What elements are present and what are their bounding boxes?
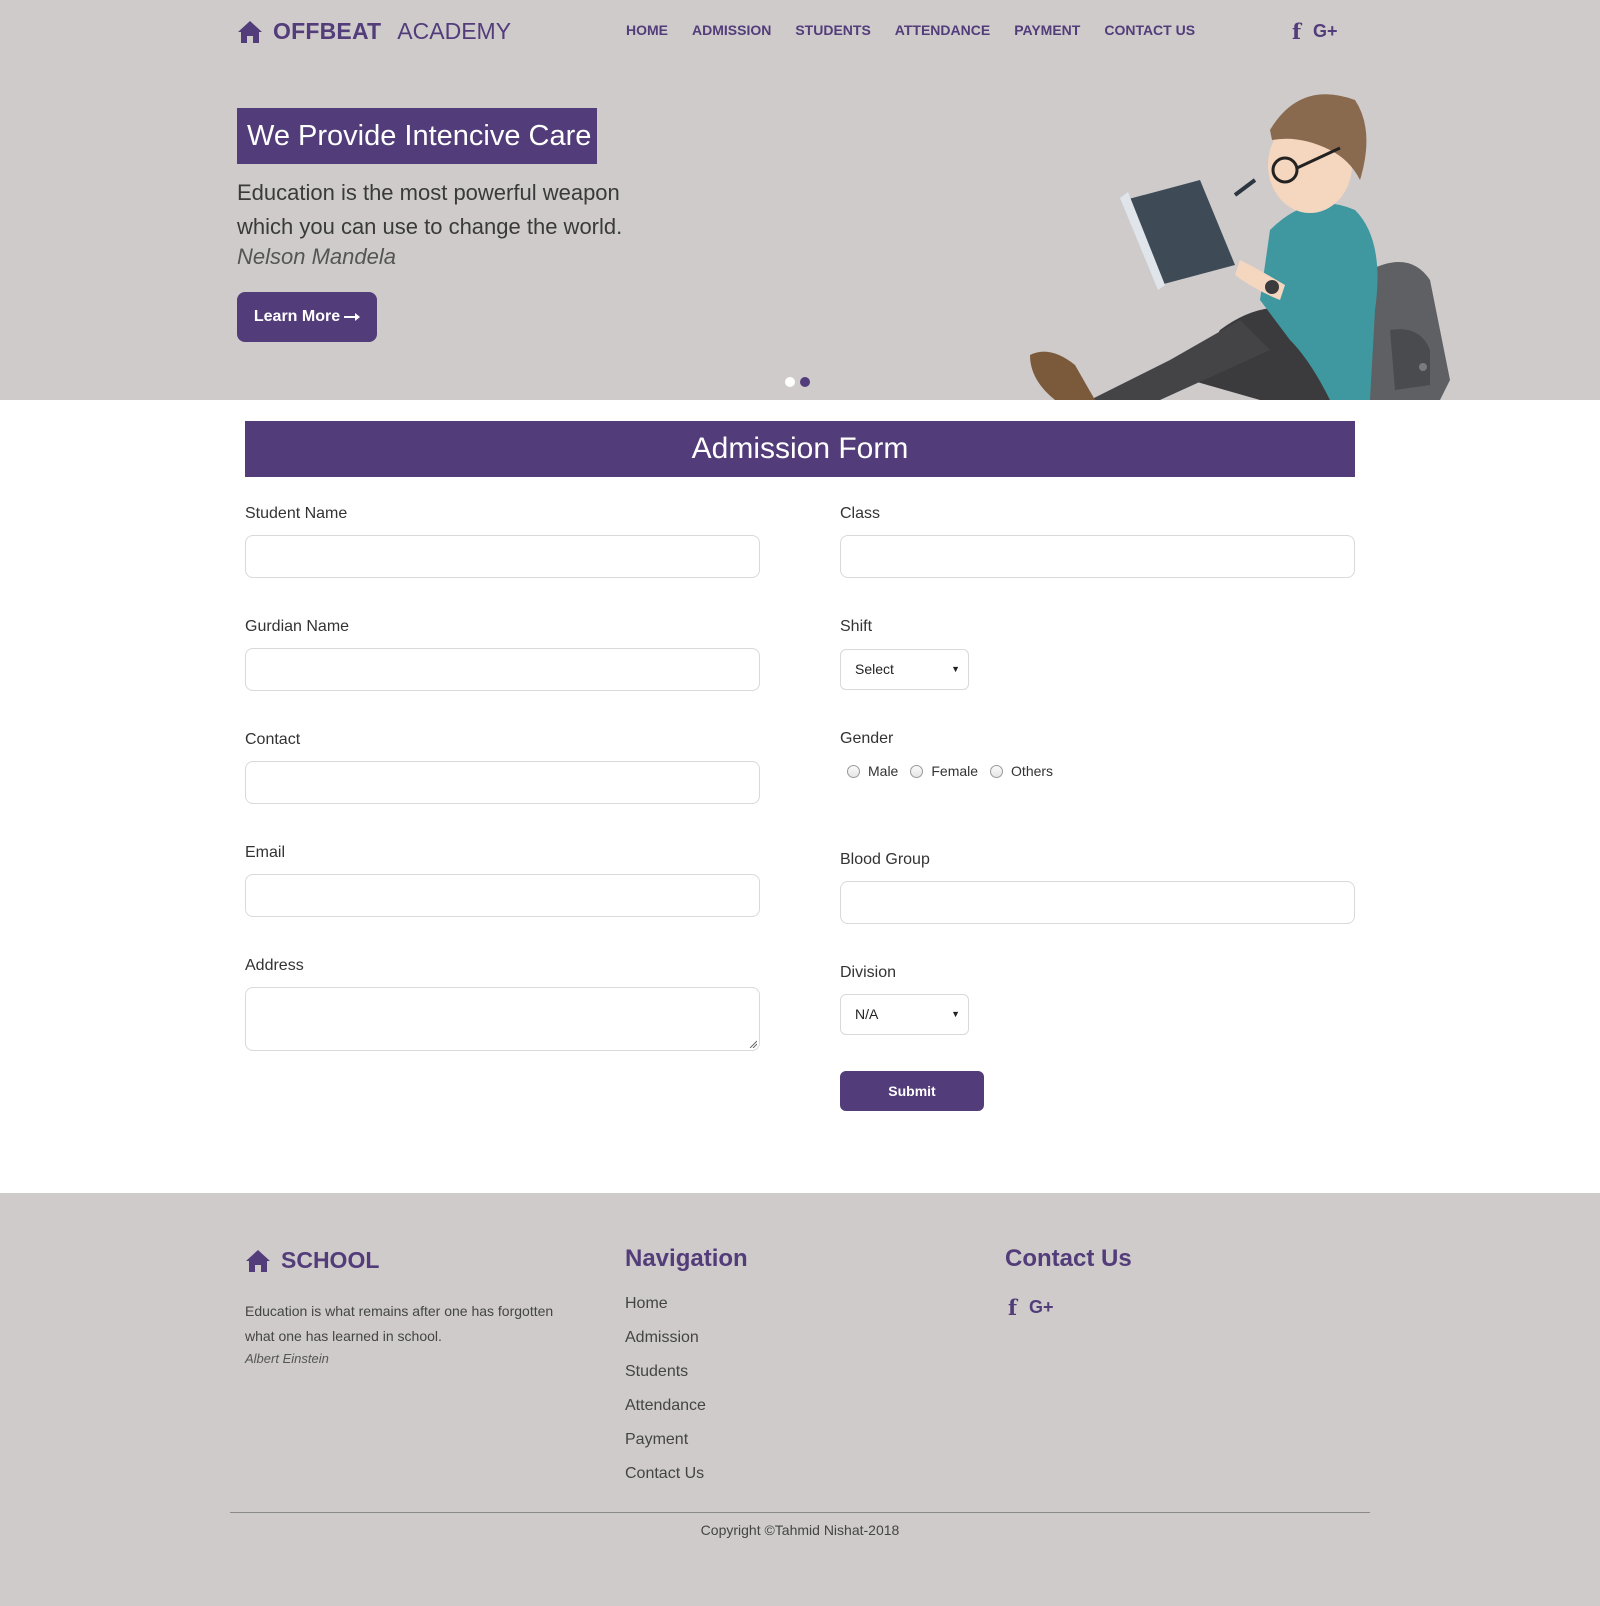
nav-admission[interactable]: ADMISSION bbox=[692, 22, 771, 38]
gender-male-label: Male bbox=[868, 763, 899, 779]
footer-nav-home[interactable]: Home bbox=[625, 1293, 706, 1327]
gender-female-radio[interactable] bbox=[910, 764, 924, 778]
footer-quote: Education is what remains after one has … bbox=[245, 1303, 554, 1344]
shift-selected-value: Select bbox=[855, 661, 894, 677]
nav-payment[interactable]: PAYMENT bbox=[1014, 22, 1080, 38]
admission-form-title: Admission Form bbox=[245, 421, 1355, 477]
footer-nav-admission[interactable]: Admission bbox=[625, 1327, 706, 1361]
footer-nav-students[interactable]: Students bbox=[625, 1361, 706, 1395]
caret-down-icon: ▼ bbox=[951, 1009, 960, 1019]
arrow-right-icon bbox=[344, 313, 361, 321]
gender-others-radio[interactable] bbox=[990, 764, 1004, 778]
contact-input[interactable] bbox=[245, 761, 760, 804]
google-plus-icon[interactable]: G+ bbox=[1313, 21, 1338, 42]
gender-female-label: Female bbox=[931, 763, 979, 779]
email-input[interactable] bbox=[245, 874, 760, 917]
footer-contact-heading: Contact Us bbox=[1005, 1245, 1132, 1272]
division-selected-value: N/A bbox=[855, 1006, 879, 1022]
nav-home[interactable]: HOME bbox=[626, 22, 668, 38]
class-label: Class bbox=[840, 505, 881, 522]
footer-navigation-heading: Navigation bbox=[625, 1245, 748, 1272]
main-nav: HOME ADMISSION STUDENTS ATTENDANCE PAYME… bbox=[626, 22, 1195, 38]
footer-divider bbox=[230, 1512, 1370, 1513]
division-label: Division bbox=[840, 964, 897, 981]
carousel-indicators bbox=[785, 377, 810, 387]
home-icon bbox=[238, 20, 262, 43]
footer-school-label: SCHOOL bbox=[281, 1247, 380, 1273]
nav-contact-us[interactable]: CONTACT US bbox=[1104, 22, 1195, 38]
shift-select[interactable]: Select ▼ bbox=[840, 649, 969, 690]
brand-name-light: ACADEMY bbox=[397, 18, 512, 44]
home-icon bbox=[246, 1249, 270, 1272]
address-textarea[interactable] bbox=[245, 987, 760, 1051]
student-reading-illustration bbox=[1030, 94, 1450, 400]
gender-radio-group: Male Female Others bbox=[847, 763, 1065, 779]
guardian-name-label: Gurdian Name bbox=[245, 618, 350, 635]
shift-label: Shift bbox=[840, 618, 873, 635]
class-input[interactable] bbox=[840, 535, 1355, 578]
header-social-links: f G+ bbox=[1292, 19, 1338, 44]
footer-nav-payment[interactable]: Payment bbox=[625, 1429, 706, 1463]
gender-label: Gender bbox=[840, 730, 894, 747]
carousel-dot[interactable] bbox=[785, 377, 795, 387]
footer: SCHOOL Education is what remains after o… bbox=[0, 1193, 1600, 1606]
blood-group-input[interactable] bbox=[840, 881, 1355, 924]
copyright-text: Copyright ©Tahmid Nishat-2018 bbox=[700, 1522, 900, 1538]
gender-male-radio[interactable] bbox=[847, 764, 860, 778]
email-label: Email bbox=[245, 844, 286, 861]
hero-section: OFFBEAT ACADEMY HOME ADMISSION STUDENTS A… bbox=[0, 0, 1600, 400]
nav-students[interactable]: STUDENTS bbox=[795, 22, 870, 38]
footer-nav-contact-us[interactable]: Contact Us bbox=[625, 1463, 706, 1497]
footer-social-links: f G+ bbox=[1008, 1295, 1054, 1320]
facebook-icon[interactable]: f bbox=[1008, 1295, 1017, 1320]
learn-more-button[interactable]: Learn More bbox=[237, 292, 377, 342]
guardian-name-input[interactable] bbox=[245, 648, 760, 691]
google-plus-icon[interactable]: G+ bbox=[1029, 1297, 1054, 1318]
student-name-label: Student Name bbox=[245, 505, 348, 522]
student-name-input[interactable] bbox=[245, 535, 760, 578]
brand-name-bold: OFFBEAT bbox=[273, 18, 382, 44]
carousel-dot-active[interactable] bbox=[800, 377, 810, 387]
caret-down-icon: ▼ bbox=[951, 664, 960, 674]
blood-group-label: Blood Group bbox=[840, 851, 930, 868]
facebook-icon[interactable]: f bbox=[1292, 19, 1301, 44]
learn-more-label: Learn More bbox=[253, 308, 341, 325]
footer-nav-attendance[interactable]: Attendance bbox=[625, 1395, 706, 1429]
nav-attendance[interactable]: ATTENDANCE bbox=[895, 22, 990, 38]
division-select[interactable]: N/A ▼ bbox=[840, 994, 969, 1035]
footer-school-title: SCHOOL bbox=[245, 1247, 379, 1274]
gender-others-label: Others bbox=[1011, 763, 1054, 779]
hero-quote: Education is the most powerful weapon wh… bbox=[237, 180, 623, 239]
brand-logo[interactable]: OFFBEAT ACADEMY bbox=[237, 18, 511, 45]
hero-headline: We Provide Intencive Care bbox=[237, 108, 597, 164]
footer-nav: Home Admission Students Attendance Payme… bbox=[625, 1293, 706, 1497]
contact-label: Contact bbox=[245, 731, 301, 748]
hero-quote-author: Nelson Mandela bbox=[237, 244, 396, 269]
address-label: Address bbox=[245, 957, 304, 974]
submit-button[interactable]: Submit bbox=[840, 1071, 984, 1111]
resize-handle-icon[interactable] bbox=[749, 1040, 757, 1048]
footer-quote-author: Albert Einstein bbox=[245, 1351, 329, 1366]
